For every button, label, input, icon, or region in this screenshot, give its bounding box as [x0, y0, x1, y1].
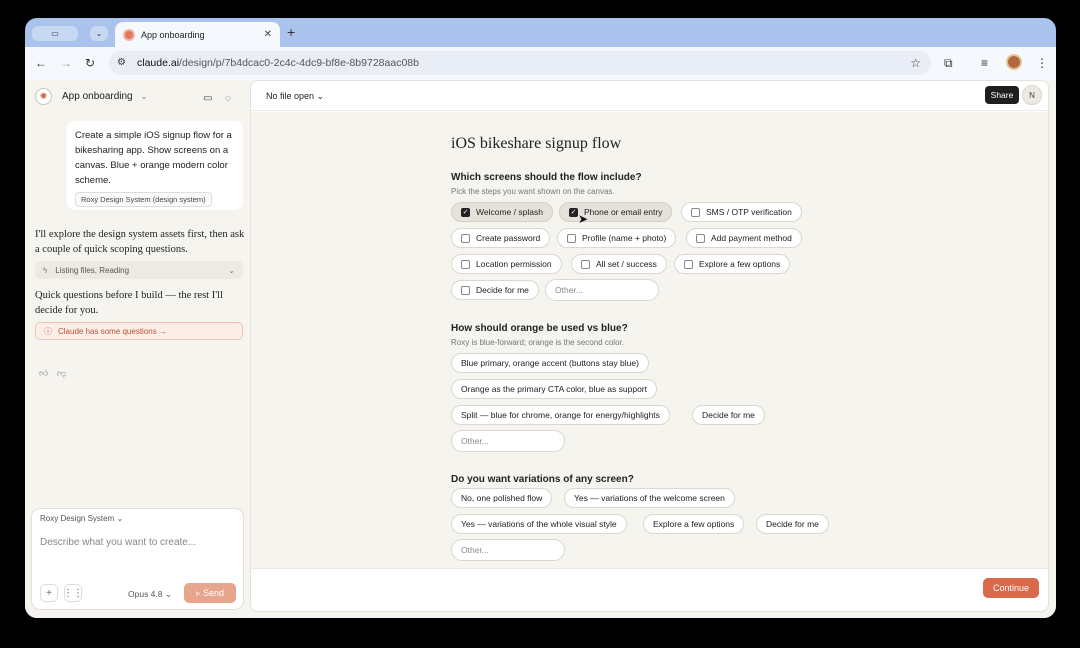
checkbox-icon: [691, 207, 700, 217]
tool-activity-label: Listing files, Reading: [55, 265, 130, 275]
voice-waveform-icon[interactable]: ⋮⋮: [63, 584, 83, 602]
option-one-polished-flow[interactable]: No, one polished flow: [451, 488, 553, 508]
project-switcher[interactable]: ✺ App onboarding ⌄: [35, 88, 147, 105]
other-input[interactable]: Other...: [451, 539, 565, 561]
option-location-permission[interactable]: Location permission: [451, 254, 562, 274]
form-footer: Continue: [251, 568, 1048, 611]
question-subtext: Pick the steps you want shown on the can…: [451, 187, 615, 196]
option-welcome-variations[interactable]: Yes — variations of the welcome screen: [564, 488, 735, 508]
thumbs-down-icon[interactable]: 👎︎: [57, 368, 66, 379]
option-blue-primary[interactable]: Blue primary, orange accent (buttons sta…: [451, 353, 649, 373]
media-controls-icon[interactable]: ≡: [981, 56, 988, 70]
canvas-topbar: No file open ⌄ Share N: [251, 81, 1048, 111]
file-selector[interactable]: No file open ⌄: [266, 91, 324, 102]
design-system-selector[interactable]: Roxy Design System ⌄: [40, 514, 123, 523]
checkbox-icon: [684, 259, 693, 269]
assistant-message: I'll explore the design system assets fi…: [35, 229, 245, 255]
add-attachment-icon[interactable]: +: [40, 584, 58, 602]
mouse-pointer-icon: ➤: [578, 212, 589, 226]
questions-form: iOS bikeshare signup flow Which screens …: [251, 112, 1048, 568]
option-create-password[interactable]: Create password: [451, 228, 551, 248]
option-orange-primary[interactable]: Orange as the primary CTA color, blue as…: [451, 379, 657, 399]
share-button[interactable]: Share: [985, 86, 1019, 104]
sidebar-toggle-icon[interactable]: ▭: [203, 93, 212, 104]
other-input[interactable]: Other...: [451, 430, 565, 452]
option-sms-otp[interactable]: SMS / OTP verification: [681, 202, 802, 222]
checkbox-icon: [461, 259, 470, 269]
send-button[interactable]: ▹ Send: [184, 583, 236, 603]
form-title: iOS bikeshare signup flow: [451, 135, 622, 152]
checkbox-icon: [696, 233, 705, 243]
tab-groups-button[interactable]: ▭: [32, 26, 78, 41]
back-icon[interactable]: ←: [35, 56, 47, 70]
reload-icon[interactable]: ↻: [85, 56, 95, 70]
menu-kebab-icon[interactable]: ⋮: [1036, 56, 1048, 70]
new-chat-icon[interactable]: ◌: [225, 93, 231, 104]
lightning-icon: ϟ: [43, 265, 48, 275]
option-phone-email-entry[interactable]: ✓ Phone or email entry: [559, 202, 673, 222]
claude-favicon-icon: [123, 28, 135, 41]
bookmark-star-icon[interactable]: ☆: [910, 56, 921, 70]
site-info-icon[interactable]: ⚙: [117, 57, 129, 69]
assistant-message: Quick questions before I build — the res…: [35, 290, 223, 316]
tab-app-onboarding[interactable]: App onboarding ✕: [115, 22, 280, 47]
other-input[interactable]: Other...: [545, 279, 659, 301]
close-tab-icon[interactable]: ✕: [264, 29, 272, 40]
profile-avatar-icon[interactable]: [1006, 54, 1022, 70]
option-payment-method[interactable]: Add payment method: [686, 228, 802, 248]
project-name: App onboarding: [62, 91, 133, 102]
tab-strip: ▭ ⌄ App onboarding ✕ +: [25, 18, 1056, 47]
palette-icon: ✺: [35, 88, 52, 105]
checkbox-icon: [581, 259, 590, 269]
checkbox-checked-icon: ✓: [569, 207, 578, 217]
user-message-text: Create a simple iOS signup flow for a bi…: [75, 130, 232, 186]
composer: Roxy Design System ⌄ Describe what you w…: [31, 508, 244, 610]
option-decide-for-me[interactable]: Decide for me: [756, 514, 829, 534]
option-decide-for-me[interactable]: Decide for me: [692, 405, 765, 425]
questions-banner-label: Claude has some questions →: [58, 326, 167, 336]
canvas-panel: No file open ⌄ Share N iOS bikeshare sig…: [250, 80, 1049, 612]
browser-toolbar: ← → ↻ ⚙ claude.ai/design/p/7b4dcac0-2c4c…: [25, 47, 1056, 80]
app-content: ✺ App onboarding ⌄ ▭ ◌ Create a simple i…: [25, 80, 1056, 618]
question-heading: Do you want variations of any screen?: [451, 474, 634, 485]
option-welcome-splash[interactable]: ✓ Welcome / splash: [451, 202, 553, 222]
option-explore-options[interactable]: Explore a few options: [643, 514, 745, 534]
new-tab-icon[interactable]: +: [287, 24, 295, 40]
checkbox-icon: [461, 285, 470, 295]
option-profile[interactable]: Profile (name + photo): [557, 228, 677, 248]
option-style-variations[interactable]: Yes — variations of the whole visual sty…: [451, 514, 627, 534]
user-message: Create a simple iOS signup flow for a bi…: [67, 121, 243, 210]
checkbox-checked-icon: ✓: [461, 207, 470, 217]
chevron-down-icon: ⌄: [228, 265, 235, 275]
option-all-set[interactable]: All set / success: [571, 254, 667, 274]
checkbox-icon: [461, 233, 470, 243]
user-avatar[interactable]: N: [1022, 85, 1042, 105]
option-decide-for-me[interactable]: Decide for me: [451, 280, 539, 300]
attachment-chip[interactable]: Roxy Design System (design system): [75, 192, 212, 207]
tool-activity-row[interactable]: ϟ Listing files, Reading ⌄: [35, 261, 243, 279]
forward-icon[interactable]: →: [60, 56, 72, 70]
extensions-icon[interactable]: ⧉: [944, 56, 953, 71]
address-bar[interactable]: ⚙ claude.ai/design/p/7b4dcac0-2c4c-4dc9-…: [109, 51, 931, 75]
browser-window: ▭ ⌄ App onboarding ✕ + ← → ↻ ⚙ claude.ai…: [25, 18, 1056, 618]
question-subtext: Roxy is blue-forward; orange is the seco…: [451, 338, 624, 347]
thumbs-up-icon[interactable]: 👍︎: [39, 368, 48, 379]
chevron-down-icon: ⌄: [140, 92, 148, 101]
question-heading: How should orange be used vs blue?: [451, 323, 628, 334]
model-selector[interactable]: Opus 4.8 ⌄: [128, 589, 172, 600]
question-heading: Which screens should the flow include?: [451, 172, 642, 183]
option-split[interactable]: Split — blue for chrome, orange for ener…: [451, 405, 670, 425]
chat-sidebar: ✺ App onboarding ⌄ ▭ ◌ Create a simple i…: [25, 80, 250, 618]
tab-title: App onboarding: [141, 29, 205, 40]
prompt-input[interactable]: Describe what you want to create...: [40, 537, 196, 548]
tab-search-icon[interactable]: ⌄: [90, 26, 108, 41]
checkbox-icon: [567, 233, 576, 243]
questions-banner[interactable]: ⓘ Claude has some questions →: [35, 322, 243, 340]
question-icon: ⓘ: [44, 326, 52, 336]
continue-button[interactable]: Continue: [983, 578, 1039, 598]
option-explore-options[interactable]: Explore a few options: [674, 254, 791, 274]
url-text: claude.ai/design/p/7b4dcac0-2c4c-4dc9-bf…: [137, 57, 419, 69]
